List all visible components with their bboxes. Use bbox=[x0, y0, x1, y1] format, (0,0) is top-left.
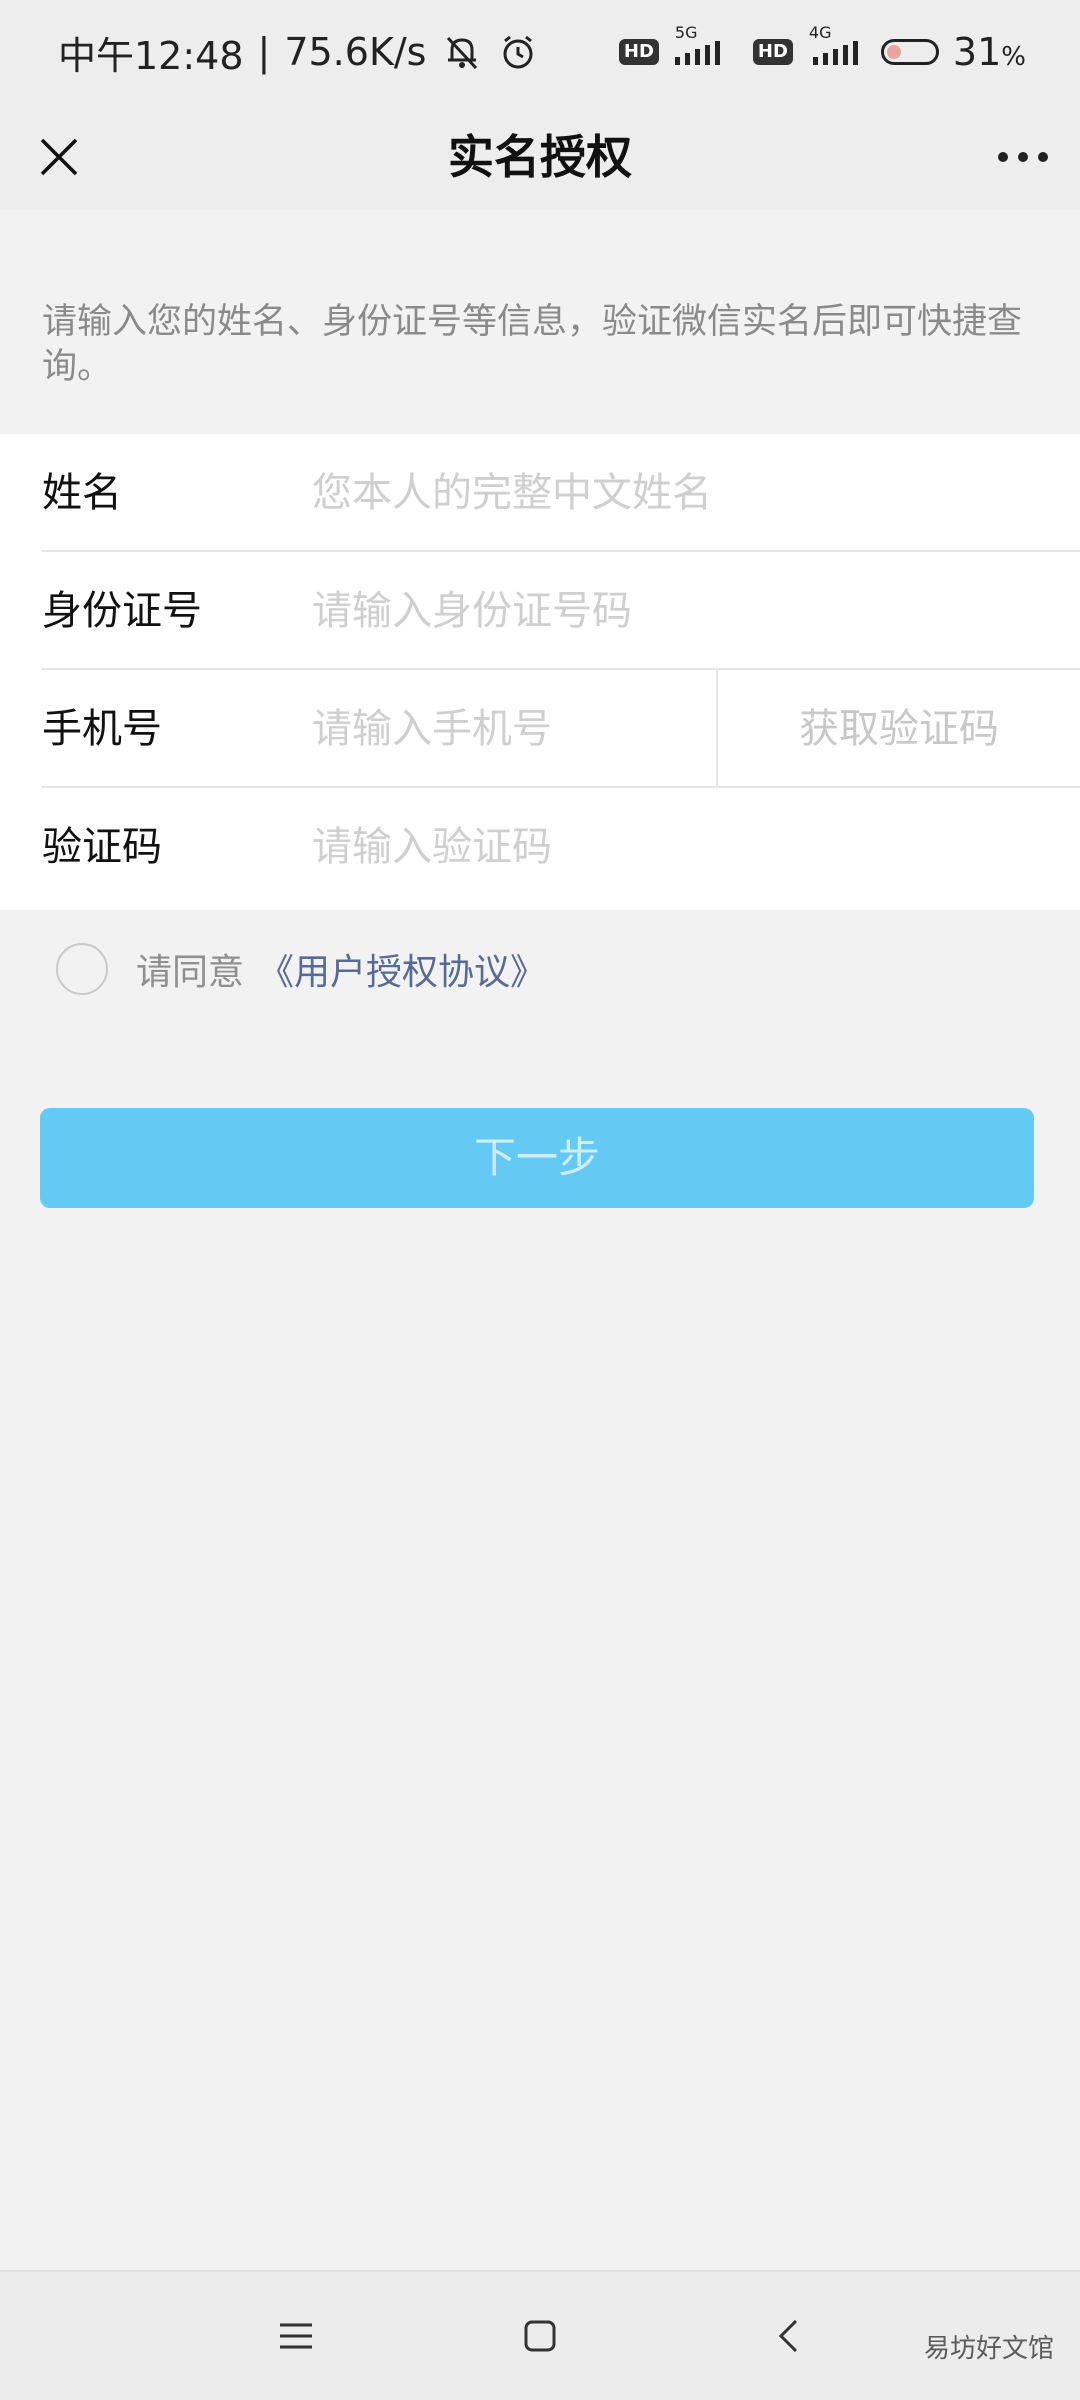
status-time: 中午12:48 bbox=[58, 33, 244, 78]
id-number-input[interactable] bbox=[312, 570, 1032, 652]
home-square-icon bbox=[524, 2320, 556, 2352]
description-text: 请输入您的姓名、身份证号等信息，验证微信实名后即可快捷查询。 bbox=[42, 302, 1023, 387]
battery-level: 31% bbox=[952, 30, 1026, 74]
close-button[interactable] bbox=[30, 128, 88, 186]
hd-badge: HD bbox=[618, 39, 659, 65]
network-4g-label: 4G bbox=[808, 23, 832, 42]
status-bar: 中午12:48 | 75.6K/s HD 5G HD 4G 31% bbox=[0, 0, 1080, 104]
more-options-button[interactable] bbox=[994, 128, 1052, 186]
signal-4g-icon: 4G bbox=[807, 23, 867, 67]
next-step-button[interactable]: 下一步 bbox=[40, 1108, 1034, 1208]
menu-icon bbox=[280, 2323, 312, 2349]
phone-row: 手机号 获取验证码 bbox=[42, 670, 1080, 788]
network-5g-label: 5G bbox=[674, 23, 698, 42]
system-nav-bar bbox=[0, 2270, 1080, 2400]
status-separator: | bbox=[257, 30, 271, 74]
code-row: 验证码 bbox=[42, 788, 1080, 906]
phone-input[interactable] bbox=[312, 688, 732, 770]
status-bar-right: HD 5G HD 4G 31% bbox=[618, 23, 1026, 74]
id-number-label: 身份证号 bbox=[42, 588, 202, 634]
name-label: 姓名 bbox=[42, 470, 122, 516]
code-input[interactable] bbox=[312, 806, 1032, 888]
id-number-row: 身份证号 bbox=[42, 552, 1080, 670]
alarm-icon bbox=[498, 32, 538, 72]
auth-form: 姓名 身份证号 手机号 获取验证码 验证码 bbox=[0, 434, 1080, 910]
battery-icon bbox=[880, 39, 939, 65]
agreement-radio[interactable] bbox=[56, 943, 108, 995]
name-input[interactable] bbox=[312, 452, 1032, 534]
mute-bell-icon bbox=[440, 30, 484, 74]
back-chevron-icon bbox=[778, 2319, 798, 2353]
code-label: 验证码 bbox=[42, 824, 162, 870]
back-button[interactable] bbox=[758, 2306, 818, 2366]
home-button[interactable] bbox=[510, 2306, 570, 2366]
menu-button[interactable] bbox=[266, 2306, 326, 2366]
page-title: 实名授权 bbox=[448, 130, 632, 184]
close-icon bbox=[40, 138, 78, 176]
network-speed: 75.6K/s bbox=[284, 30, 427, 74]
more-icon bbox=[998, 152, 1048, 162]
agreement-prefix: 请同意 bbox=[136, 952, 245, 993]
agreement-row: 请同意 《用户授权协议》 bbox=[56, 940, 546, 998]
status-bar-left: 中午12:48 | 75.6K/s bbox=[58, 25, 538, 80]
title-bar: 实名授权 bbox=[0, 104, 1080, 210]
signal-5g-icon: 5G bbox=[673, 23, 739, 67]
name-row: 姓名 bbox=[42, 434, 1080, 552]
watermark-text: 易坊好文馆 bbox=[923, 2334, 1054, 2364]
get-code-button[interactable]: 获取验证码 bbox=[718, 670, 1080, 788]
agreement-link[interactable]: 《用户授权协议》 bbox=[258, 943, 546, 995]
phone-label: 手机号 bbox=[42, 706, 162, 752]
hd-badge: HD bbox=[752, 39, 793, 65]
